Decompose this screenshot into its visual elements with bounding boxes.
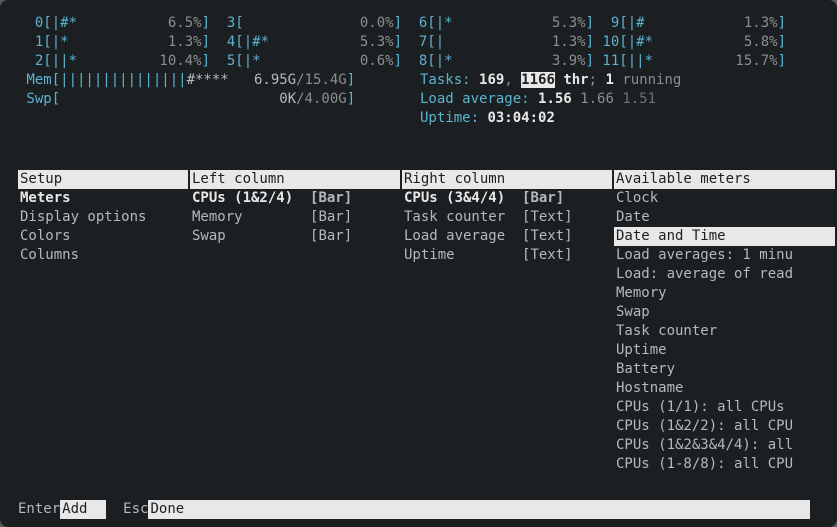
cpu-meters: 0[|#*6.5%]3[0.0%]6[|*5.3%]9[|#1.3%] 1[|*1… <box>18 14 819 71</box>
panel-right-header: Right column <box>402 170 612 189</box>
loadavg-info: Load average: 1.56 1.66 1.51 <box>420 90 681 109</box>
uptime-info: Uptime: 03:04:02 <box>420 109 681 128</box>
left-meter-item[interactable]: Swap [Bar] <box>190 227 400 246</box>
available-meter-item[interactable]: Clock <box>614 189 835 208</box>
available-meter-item[interactable]: Date <box>614 208 835 227</box>
key-esc: Esc <box>123 501 148 517</box>
tasks-info: Tasks: 169, 1166 thr; 1 running <box>420 71 681 90</box>
available-meter-item[interactable]: Memory <box>614 284 835 303</box>
available-meter-item[interactable]: CPUs (1/1): all CPUs <box>614 398 835 417</box>
panel-left-column: Left column CPUs (1&2/4) [Bar]Memory [Ba… <box>190 170 400 491</box>
right-meter-item[interactable]: Task counter [Text] <box>402 208 612 227</box>
terminal-window: 0[|#*6.5%]3[0.0%]6[|*5.3%]9[|#1.3%] 1[|*1… <box>0 0 837 527</box>
cpu-meter-7: 7[|1.3%] <box>402 33 594 52</box>
setup-item-colors[interactable]: Colors <box>18 227 188 246</box>
available-meter-item[interactable]: Hostname <box>614 379 835 398</box>
setup-item-meters[interactable]: Meters <box>18 189 188 208</box>
cpu-meter-4: 4[|#*5.3%] <box>210 33 402 52</box>
header: 0[|#*6.5%]3[0.0%]6[|*5.3%]9[|#1.3%] 1[|*1… <box>0 14 837 128</box>
available-meter-item[interactable]: CPUs (1&2/2): all CPU <box>614 417 835 436</box>
setup-item-columns[interactable]: Columns <box>18 246 188 265</box>
panel-avail-header: Available meters <box>614 170 835 189</box>
panel-setup: Setup MetersDisplay optionsColorsColumns <box>18 170 188 491</box>
available-meter-item[interactable]: Swap <box>614 303 835 322</box>
available-meter-item[interactable]: Uptime <box>614 341 835 360</box>
panel-available-meters: Available meters ClockDateDate and TimeL… <box>614 170 835 491</box>
available-meter-item[interactable]: Task counter <box>614 322 835 341</box>
panel-setup-header: Setup <box>18 170 188 189</box>
right-meter-item[interactable]: CPUs (3&4/4) [Bar] <box>402 189 612 208</box>
available-meter-item[interactable]: Load: average of read <box>614 265 835 284</box>
cpu-meter-9: 9[|#1.3%] <box>594 14 786 33</box>
cpu-meter-1: 1[|*1.3%] <box>18 33 210 52</box>
cpu-meter-0: 0[|#*6.5%] <box>18 14 210 33</box>
memory-meter: Mem[|||||||||||||||#****6.95G/15.4G] <box>18 71 402 90</box>
right-meter-item[interactable]: Uptime [Text] <box>402 246 612 265</box>
cpu-meter-8: 8[|*3.9%] <box>402 52 594 71</box>
cpu-meter-6: 6[|*5.3%] <box>402 14 594 33</box>
panel-left-header: Left column <box>190 170 400 189</box>
available-meter-item[interactable]: Battery <box>614 360 835 379</box>
add-button[interactable]: Add <box>60 500 106 519</box>
swap-meter: Swp[0K/4.00G] <box>18 90 402 109</box>
footer-bar: EnterAdd EscDone <box>18 500 819 519</box>
cpu-meter-5: 5[|*0.6%] <box>210 52 402 71</box>
setup-item-display-options[interactable]: Display options <box>18 208 188 227</box>
cpu-meter-10: 10[|#*5.8%] <box>594 33 786 52</box>
cpu-meter-3: 3[0.0%] <box>210 14 402 33</box>
left-meter-item[interactable]: Memory [Bar] <box>190 208 400 227</box>
done-button[interactable]: Done <box>148 500 809 519</box>
available-meter-item[interactable]: CPUs (1-8/8): all CPU <box>614 455 835 474</box>
panel-right-column: Right column CPUs (3&4/4) [Bar]Task coun… <box>402 170 612 491</box>
available-meter-item[interactable]: Load averages: 1 minu <box>614 246 835 265</box>
available-meter-item[interactable]: CPUs (1&2&3&4/4): all <box>614 436 835 455</box>
setup-panels: Setup MetersDisplay optionsColorsColumns… <box>18 170 837 491</box>
key-enter: Enter <box>18 501 60 517</box>
available-meter-item[interactable]: Date and Time <box>614 227 835 246</box>
left-meter-item[interactable]: CPUs (1&2/4) [Bar] <box>190 189 400 208</box>
cpu-meter-11: 11[||*15.7%] <box>594 52 786 71</box>
right-meter-item[interactable]: Load average [Text] <box>402 227 612 246</box>
cpu-meter-2: 2[||*10.4%] <box>18 52 210 71</box>
